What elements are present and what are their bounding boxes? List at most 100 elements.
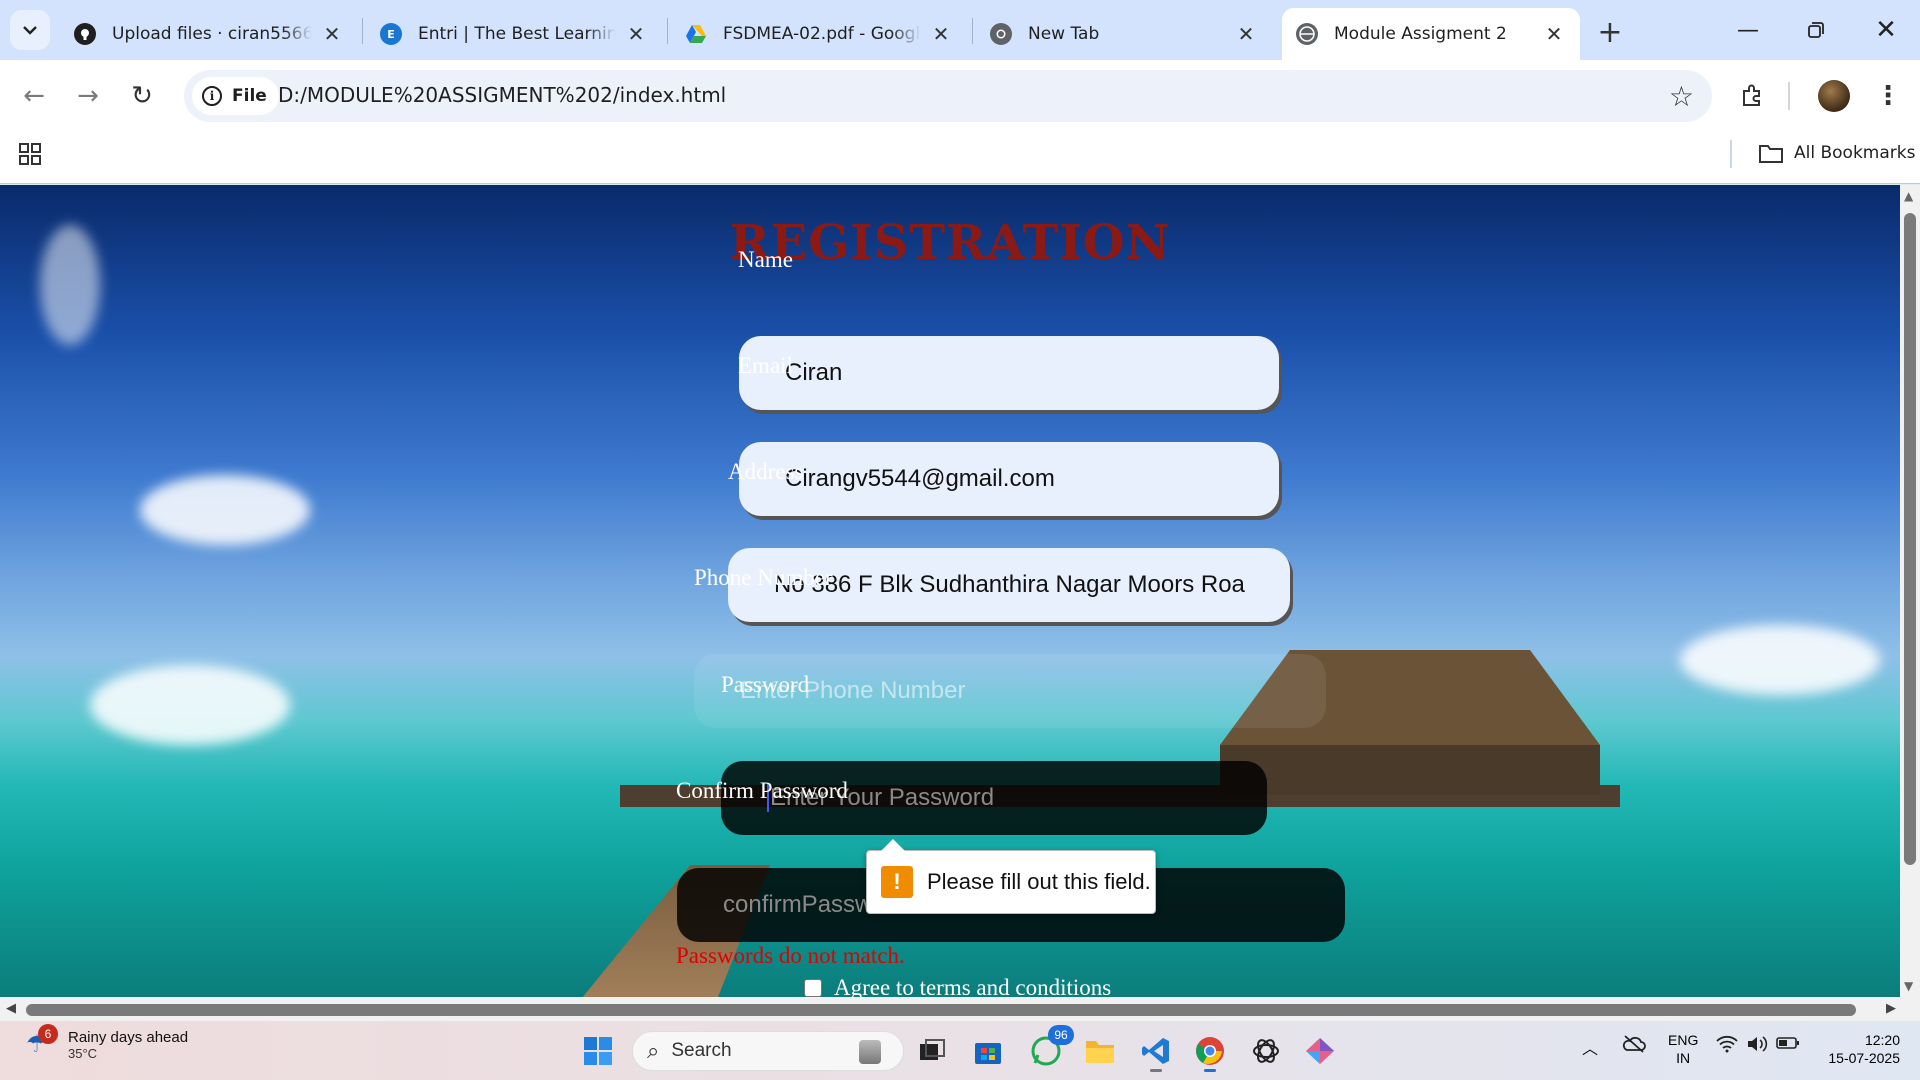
scroll-right-icon[interactable]: ▶ xyxy=(1886,1001,1896,1016)
restore-icon xyxy=(1808,22,1824,38)
gemini-app[interactable] xyxy=(1300,1031,1340,1071)
back-button[interactable]: ← xyxy=(14,76,54,116)
weather-badge: 6 xyxy=(38,1024,58,1044)
close-window-button[interactable]: ✕ xyxy=(1852,0,1920,60)
whatsapp-app[interactable]: 96 xyxy=(1026,1025,1074,1071)
tab-separator xyxy=(972,18,973,44)
file-explorer-app[interactable] xyxy=(1080,1031,1120,1071)
arrow-right-icon: → xyxy=(77,81,99,111)
restore-button[interactable] xyxy=(1782,0,1850,60)
email-field[interactable]: Cirangv5544@gmail.com xyxy=(739,442,1279,516)
site-info-chip[interactable]: i File xyxy=(192,77,279,115)
validation-tooltip: ! Please fill out this field. xyxy=(866,839,1156,914)
browser-toolbar: ← → ↻ i File D:/MODULE%20ASSIGMENT%202/i… xyxy=(0,60,1920,130)
address-bar[interactable]: i File D:/MODULE%20ASSIGMENT%202/index.h… xyxy=(184,70,1712,122)
chrome-app[interactable] xyxy=(1190,1031,1230,1072)
search-highlight-icon xyxy=(859,1040,881,1064)
folder-icon xyxy=(1759,145,1783,163)
tab-google-drive[interactable]: FSDMEA-02.pdf - Google D ✕ xyxy=(671,8,967,60)
store-app[interactable] xyxy=(968,1031,1008,1071)
horizontal-scroll-thumb[interactable] xyxy=(26,1004,1856,1016)
vscode-app[interactable] xyxy=(1136,1031,1176,1072)
horizontal-scrollbar[interactable]: ◀ ▶ xyxy=(0,997,1920,1021)
puzzle-icon xyxy=(1743,84,1760,106)
vertical-scroll-thumb[interactable] xyxy=(1904,213,1916,865)
cloud-shape xyxy=(90,665,290,745)
show-hidden-icons[interactable]: ︿ xyxy=(1582,1035,1598,1059)
weather-title: Rainy days ahead xyxy=(68,1029,189,1046)
battery-icon[interactable] xyxy=(1776,1035,1800,1056)
start-button[interactable] xyxy=(578,1031,618,1071)
all-bookmarks-button[interactable]: All Bookmarks xyxy=(1758,142,1915,164)
terms-row[interactable]: Agree to terms and conditions xyxy=(804,975,1111,997)
chrome-icon xyxy=(1196,1037,1224,1065)
weather-temp: 35°C xyxy=(68,1046,98,1061)
minimize-icon: — xyxy=(1737,17,1759,43)
openai-icon xyxy=(1253,1039,1279,1063)
tab-github[interactable]: Upload files · ciran5566/Mo ✕ xyxy=(60,8,358,60)
confirm-password-label: Confirm Password xyxy=(676,778,848,803)
taskbar-search[interactable]: ⌕ Search xyxy=(632,1031,904,1071)
bookmarks-separator xyxy=(1730,140,1732,168)
search-icon: ⌕ xyxy=(647,1038,660,1063)
close-icon[interactable]: ✕ xyxy=(1234,22,1258,46)
name-value: Ciran xyxy=(785,359,843,386)
wifi-icon[interactable] xyxy=(1716,1035,1738,1058)
phone-label: Phone Number xyxy=(694,565,833,590)
address-value: No 386 F Blk Sudhanthira Nagar Moors Roa xyxy=(774,571,1245,598)
email-label: Email xyxy=(738,353,793,378)
close-icon[interactable]: ✕ xyxy=(929,22,953,46)
password-error-message: Passwords do not match. xyxy=(676,943,905,968)
page-viewport: REGISTRATION Name Ciran Email Cirangv554… xyxy=(0,185,1900,997)
vertical-scrollbar[interactable]: ▲ ▼ xyxy=(1900,185,1920,997)
forward-button[interactable]: → xyxy=(68,76,108,116)
tab-strip: Upload files · ciran5566/Mo ✕ E Entri | … xyxy=(0,0,1920,60)
url-text[interactable]: D:/MODULE%20ASSIGMENT%202/index.html xyxy=(278,83,726,107)
tab-separator xyxy=(362,18,363,44)
close-icon[interactable]: ✕ xyxy=(1542,22,1566,46)
more-vertical-icon: ⋮ xyxy=(1875,81,1901,111)
warning-icon: ! xyxy=(881,866,913,898)
apps-grid-icon[interactable] xyxy=(18,142,42,170)
task-view-button[interactable] xyxy=(912,1031,952,1071)
profile-avatar[interactable] xyxy=(1814,76,1854,116)
name-field[interactable]: Ciran xyxy=(739,336,1279,410)
diamond-icon xyxy=(1306,1038,1334,1064)
tab-title: FSDMEA-02.pdf - Google D xyxy=(723,24,921,44)
hut-body-shape xyxy=(1220,745,1600,795)
weather-widget[interactable]: ☂ 6 Rainy days ahead 35°C xyxy=(26,1024,189,1061)
tab-new-tab[interactable]: New Tab ✕ xyxy=(976,8,1272,60)
volume-icon[interactable] xyxy=(1746,1035,1768,1058)
tab-entri[interactable]: E Entri | The Best Learning ar ✕ xyxy=(366,8,662,60)
new-tab-button[interactable]: + xyxy=(1590,12,1630,52)
cloud-shape xyxy=(1680,625,1880,695)
scroll-up-icon[interactable]: ▲ xyxy=(1904,189,1913,203)
close-icon[interactable]: ✕ xyxy=(320,22,344,46)
menu-button[interactable]: ⋮ xyxy=(1868,76,1908,116)
tab-search-button[interactable] xyxy=(10,10,50,50)
tab-title: Module Assigment 2 xyxy=(1334,24,1507,44)
running-indicator xyxy=(1204,1069,1216,1072)
minimize-button[interactable]: — xyxy=(1714,0,1782,60)
scroll-down-icon[interactable]: ▼ xyxy=(1904,979,1913,993)
bookmark-star-icon[interactable]: ☆ xyxy=(1669,80,1694,113)
whatsapp-badge: 96 xyxy=(1048,1025,1074,1045)
vscode-icon xyxy=(1142,1038,1169,1064)
taskbar-search-label: Search xyxy=(671,1040,732,1061)
tab-separator xyxy=(667,18,668,44)
chatgpt-app[interactable] xyxy=(1246,1031,1286,1071)
terms-checkbox[interactable] xyxy=(804,979,822,997)
globe-icon xyxy=(1296,23,1318,45)
scroll-left-icon[interactable]: ◀ xyxy=(6,1001,16,1016)
onedrive-status[interactable] xyxy=(1622,1035,1646,1058)
reload-button[interactable]: ↻ xyxy=(122,76,162,116)
chrome-icon xyxy=(990,23,1012,45)
cloud-off-icon xyxy=(1622,1035,1646,1053)
password-label: Password xyxy=(721,672,810,697)
extensions-button[interactable] xyxy=(1732,76,1772,116)
language-indicator[interactable]: ENG IN xyxy=(1668,1031,1698,1067)
close-icon[interactable]: ✕ xyxy=(624,22,648,46)
tab-module-assigment[interactable]: Module Assigment 2 ✕ xyxy=(1282,8,1580,60)
system-clock[interactable]: 12:20 15-07-2025 xyxy=(1820,1031,1900,1067)
terms-label: Agree to terms and conditions xyxy=(834,975,1112,997)
